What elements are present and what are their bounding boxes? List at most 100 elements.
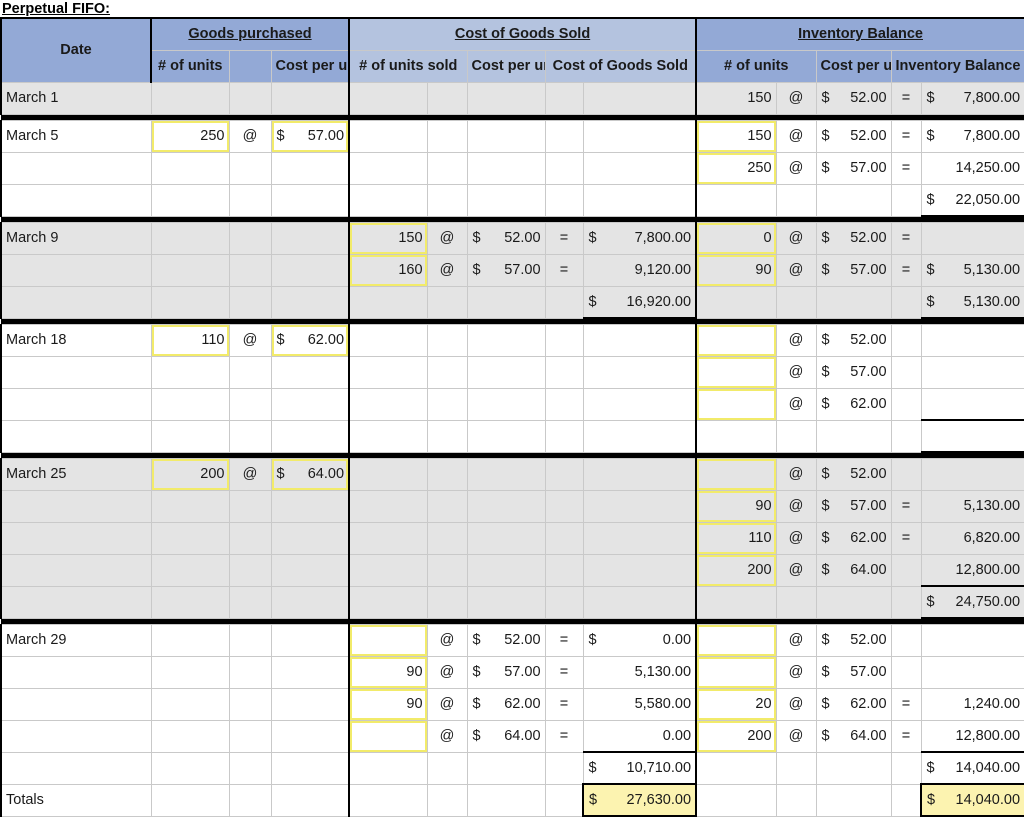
cell-inv-units[interactable] — [695, 623, 777, 657]
cell-gp-units — [150, 285, 230, 319]
cell-value: 57.00 — [850, 160, 887, 176]
cell-inv-units[interactable] — [695, 655, 777, 689]
cell-inv-units[interactable]: 110 — [695, 521, 777, 555]
cell-cogs-units-sold — [348, 751, 428, 785]
cell-gp-at — [228, 585, 272, 619]
cell-cogs-at: @ — [426, 719, 468, 753]
currency-symbol: $ — [821, 160, 830, 176]
cell-value: 9,120.00 — [634, 262, 692, 278]
cell-inv-equals — [890, 355, 922, 389]
cell-inv-at: @ — [775, 623, 817, 657]
cell-inv-equals: = — [890, 521, 922, 555]
cell-inv-balance: $5,130.00 — [920, 285, 1024, 319]
cell-cogs-total — [582, 585, 697, 619]
cell-inv-at: @ — [775, 355, 817, 389]
cell-gp-units[interactable]: 110 — [150, 323, 230, 357]
cell-cogs-total[interactable]: $27,630.00 — [582, 783, 698, 817]
cell-value: 7,800.00 — [634, 230, 692, 246]
currency-symbol: $ — [588, 632, 597, 648]
cell-cogs-units-sold[interactable] — [348, 623, 428, 657]
cell-gp-at — [228, 623, 272, 657]
cell-inv-units[interactable] — [695, 457, 777, 491]
cell-inv-equals — [890, 585, 922, 619]
cell-cogs-units-sold[interactable]: 160 — [348, 253, 428, 287]
spreadsheet-sheet: Perpetual FIFO: Date Goods purchased Cos… — [0, 0, 1024, 817]
cell-inv-at: @ — [775, 457, 817, 491]
cell-cogs-total — [582, 419, 697, 453]
table-row: $22,050.00 — [0, 183, 1024, 217]
cell-value: 52.00 — [504, 230, 541, 246]
header-gp-cost: Cost per unit — [270, 49, 350, 83]
cell-cogs-cost-per-unit — [466, 489, 546, 523]
cell-inv-balance — [920, 655, 1024, 689]
cell-cogs-cost-per-unit — [466, 183, 546, 217]
cell-inv-equals: = — [890, 687, 922, 721]
cell-inv-units[interactable]: 20 — [695, 687, 777, 721]
cell-date: March 25 — [0, 457, 152, 491]
cell-inv-cost-per-unit: $52.00 — [815, 119, 892, 153]
cell-gp-units[interactable]: 200 — [150, 457, 230, 491]
cell-inv-units[interactable]: 250 — [695, 151, 777, 185]
cell-gp-cost-per-unit[interactable]: $64.00 — [270, 457, 350, 491]
cell-inv-equals — [890, 419, 922, 453]
currency-symbol: $ — [926, 293, 935, 310]
cell-inv-units[interactable] — [695, 323, 777, 357]
cell-gp-at — [228, 687, 272, 721]
cell-gp-cost-per-unit — [270, 355, 350, 389]
cell-cogs-equals — [544, 751, 584, 785]
cell-value: 52.00 — [850, 632, 887, 648]
cell-cogs-units-sold[interactable]: 150 — [348, 221, 428, 255]
currency-symbol: $ — [821, 230, 830, 246]
currency-symbol: $ — [276, 466, 285, 482]
cell-gp-cost-per-unit — [270, 489, 350, 523]
cell-inv-balance[interactable]: $14,040.00 — [920, 783, 1024, 817]
cell-gp-at: @ — [228, 457, 272, 491]
cell-gp-cost-per-unit[interactable]: $57.00 — [270, 119, 350, 153]
cell-cogs-units-sold[interactable]: 90 — [348, 655, 428, 689]
cell-cogs-units-sold[interactable] — [348, 719, 428, 753]
cell-cogs-at — [426, 489, 468, 523]
cell-inv-units[interactable]: 90 — [695, 489, 777, 523]
currency-symbol: $ — [588, 230, 597, 246]
cell-date: March 5 — [0, 119, 152, 153]
cell-value: 64.00 — [850, 728, 887, 744]
cell-inv-at — [775, 585, 817, 619]
cell-cogs-at — [426, 119, 468, 153]
cell-value: 5,130.00 — [634, 664, 692, 680]
cell-value: 5,130.00 — [963, 498, 1021, 514]
cell-inv-cost-per-unit: $52.00 — [815, 457, 892, 491]
cell-cogs-total: $0.00 — [582, 623, 697, 657]
cell-cogs-at — [426, 457, 468, 491]
cell-date — [0, 751, 152, 785]
cell-value: 5,130.00 — [963, 262, 1021, 278]
cell-inv-units — [695, 183, 777, 217]
cell-cogs-total — [582, 489, 697, 523]
cell-cogs-at — [426, 419, 468, 453]
table-row: $16,920.00 $5,130.00 — [0, 285, 1024, 319]
cell-inv-units[interactable]: 90 — [695, 253, 777, 287]
currency-symbol: $ — [472, 664, 481, 680]
cell-inv-cost-per-unit: $62.00 — [815, 687, 892, 721]
cell-value: 57.00 — [850, 262, 887, 278]
cell-inv-units[interactable]: 150 — [695, 119, 777, 153]
cell-gp-units[interactable]: 250 — [150, 119, 230, 153]
cell-cogs-equals — [544, 489, 584, 523]
table-row: 160 @ $57.00 = 9,120.00 90 @ $57.00 = $5,130.00 — [0, 253, 1024, 287]
currency-symbol: $ — [926, 90, 935, 106]
cell-inv-units[interactable]: 0 — [695, 221, 777, 255]
cell-gp-at — [228, 655, 272, 689]
cell-inv-cost-per-unit: $57.00 — [815, 151, 892, 185]
cell-inv-units[interactable]: 200 — [695, 719, 777, 753]
cell-gp-cost-per-unit[interactable]: $62.00 — [270, 323, 350, 357]
cell-inv-units[interactable]: 200 — [695, 553, 777, 587]
cell-gp-units — [150, 553, 230, 587]
cell-inv-units[interactable] — [695, 387, 777, 421]
currency-symbol: $ — [926, 128, 935, 144]
cell-cogs-equals — [544, 585, 584, 619]
cell-cogs-cost-per-unit: $57.00 — [466, 253, 546, 287]
cell-inv-units[interactable] — [695, 355, 777, 389]
cell-inv-at: @ — [775, 151, 817, 185]
cell-cogs-units-sold[interactable]: 90 — [348, 687, 428, 721]
currency-symbol: $ — [821, 90, 830, 106]
cell-inv-cost-per-unit: $57.00 — [815, 489, 892, 523]
